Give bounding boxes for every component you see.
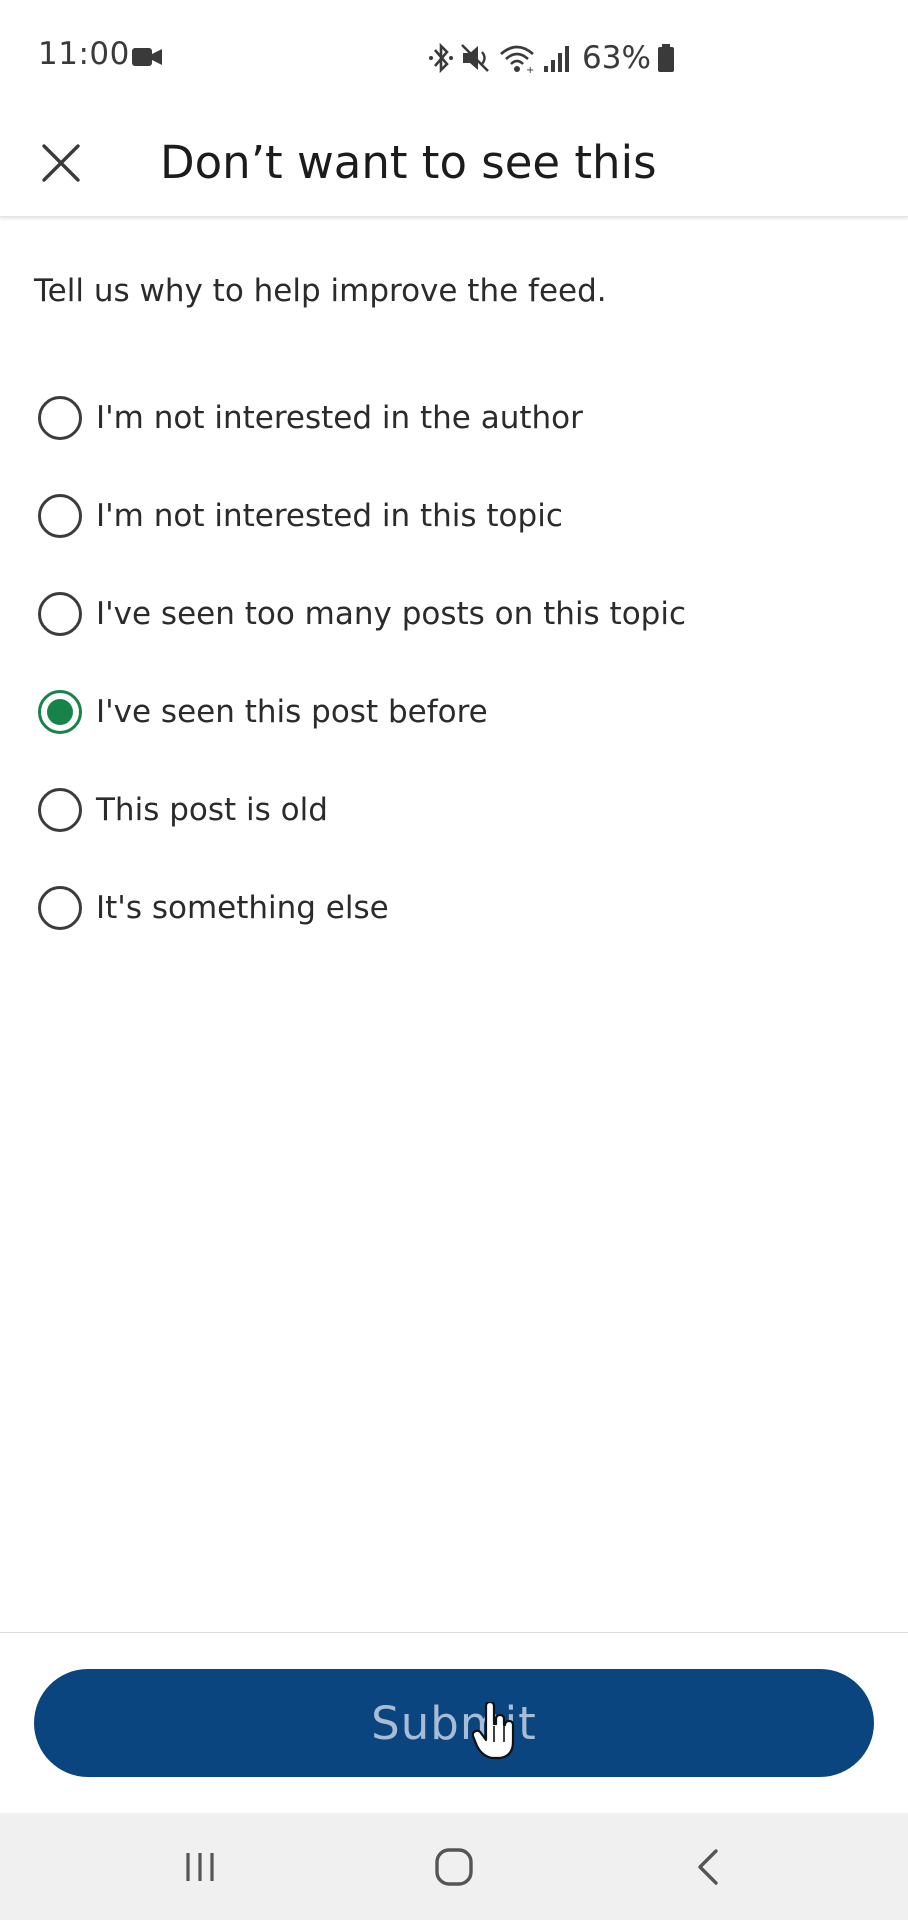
option-not-interested-author[interactable]: I'm not interested in the author [0,369,908,467]
battery-percent: 63% [582,40,651,76]
radio-button[interactable] [38,592,82,636]
status-icons: + 63% [428,40,675,76]
footer-divider [0,1632,908,1633]
option-seen-before[interactable]: I've seen this post before [0,663,908,761]
option-label: It's something else [96,890,389,926]
option-label: I've seen too many posts on this topic [96,596,687,632]
bluetooth-icon [429,42,453,74]
system-nav-bar [0,1813,908,1920]
battery-icon [657,44,674,72]
wifi-icon: + [500,45,534,74]
status-time: 11:00 [38,36,130,72]
radio-button-selected[interactable] [38,690,82,734]
option-label: This post is old [96,792,328,828]
close-button[interactable] [30,132,92,194]
recents-icon [186,1853,214,1881]
close-icon [42,144,80,182]
home-button[interactable] [414,1835,494,1899]
camera-icon [132,48,162,66]
option-too-many-posts[interactable]: I've seen too many posts on this topic [0,565,908,663]
status-bar: 11:00 + 63% [0,0,908,112]
submit-button[interactable]: Submit [34,1669,874,1777]
option-label: I'm not interested in this topic [96,498,563,534]
option-label: I've seen this post before [96,694,488,730]
svg-text:+: + [526,65,534,74]
signal-icon [544,46,569,72]
page-title: Don’t want to see this [160,136,657,189]
option-something-else[interactable]: It's something else [0,859,908,957]
home-icon [435,1848,473,1886]
prompt-text: Tell us why to help improve the feed. [34,273,607,309]
hand-cursor-icon [472,1702,515,1760]
option-post-old[interactable]: This post is old [0,761,908,859]
radio-button[interactable] [38,396,82,440]
back-button[interactable] [668,1835,748,1899]
radio-button[interactable] [38,788,82,832]
recents-button[interactable] [160,1835,240,1899]
back-icon [698,1849,718,1885]
radio-button[interactable] [38,494,82,538]
mute-icon [461,44,489,72]
reason-options: I'm not interested in the author I'm not… [0,369,908,957]
option-not-interested-topic[interactable]: I'm not interested in this topic [0,467,908,565]
header: Don’t want to see this [0,112,908,217]
radio-button[interactable] [38,886,82,930]
option-label: I'm not interested in the author [96,400,583,436]
